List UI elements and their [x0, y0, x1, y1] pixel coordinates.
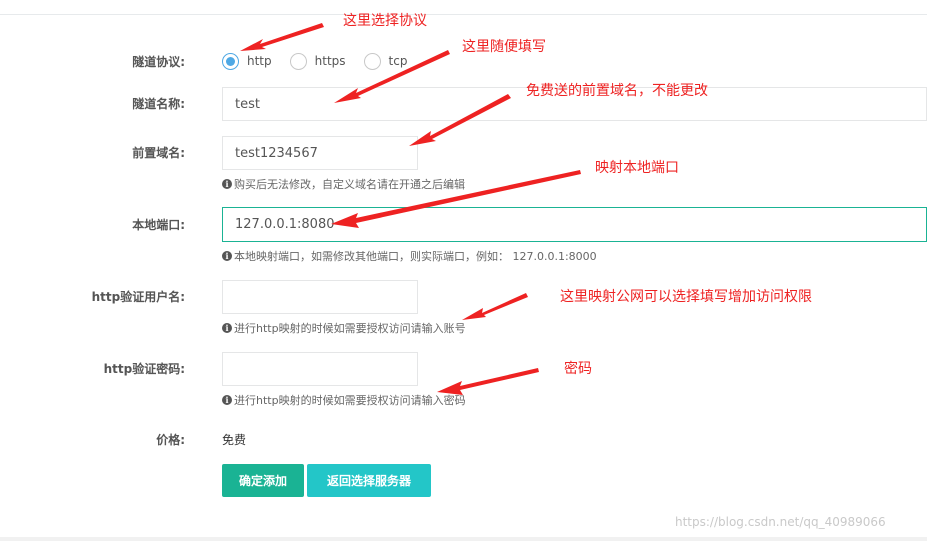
watermark: https://blog.csdn.net/qq_40989066 — [675, 515, 886, 529]
arrow-http-password — [437, 368, 539, 395]
annotation-http-password: 密码 — [564, 361, 592, 377]
arrow-protocol — [240, 23, 324, 51]
bottom-divider — [0, 537, 927, 541]
annotation-tunnel-name: 这里随便填写 — [462, 39, 546, 55]
annotation-http-user: 这里映射公网可以选择填写增加访问权限 — [560, 289, 812, 305]
arrow-tunnel-name — [334, 50, 450, 103]
arrow-local-port — [331, 170, 581, 228]
annotation-local-port: 映射本地端口 — [595, 160, 679, 176]
annotation-arrows — [240, 23, 581, 395]
arrow-http-user — [462, 293, 528, 320]
arrow-prefix-domain — [409, 94, 511, 146]
annotation-protocol: 这里选择协议 — [343, 13, 427, 29]
annotation-prefix-domain: 免费送的前置域名，不能更改 — [526, 83, 708, 99]
